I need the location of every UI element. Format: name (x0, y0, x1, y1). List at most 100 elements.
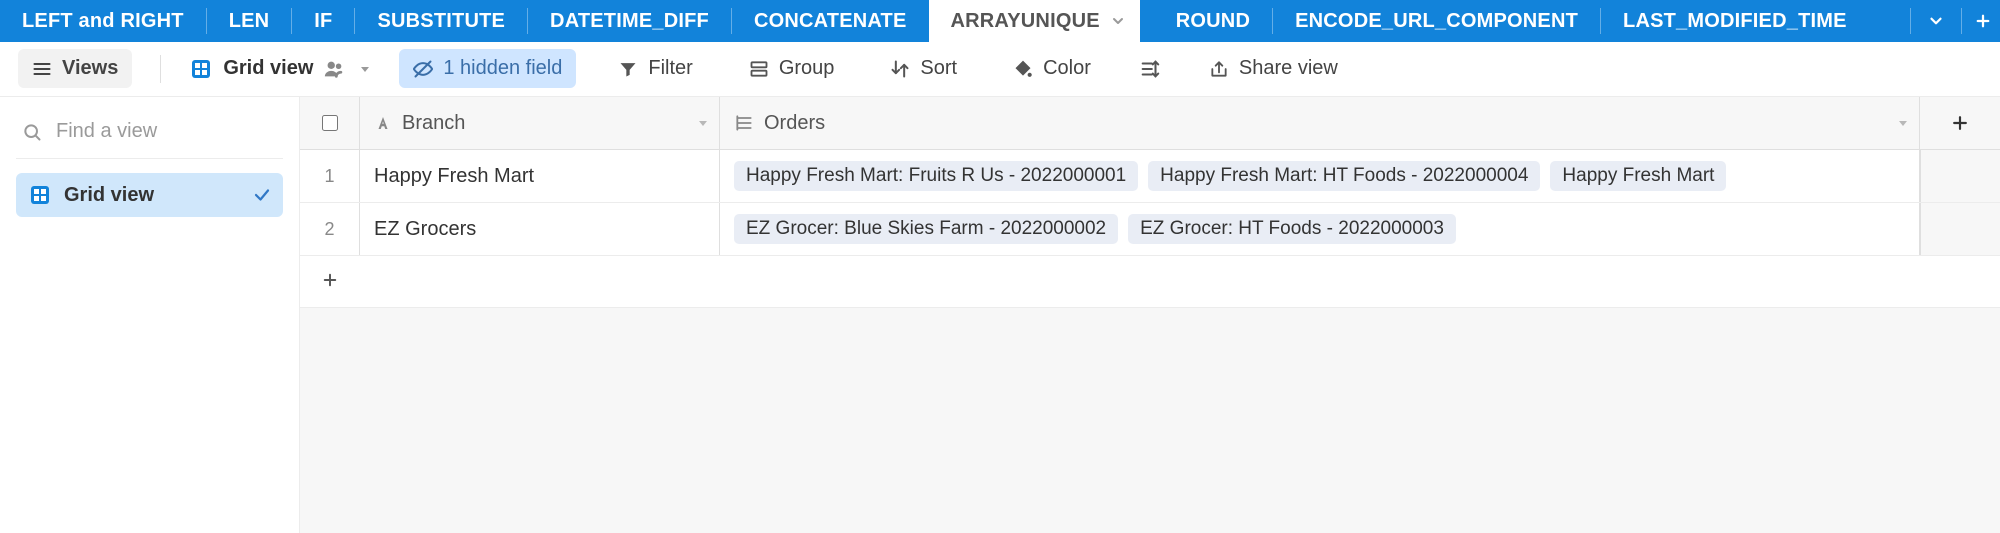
grid-header-row: Branch Orders (300, 97, 2000, 150)
sort-button[interactable]: Sort (876, 49, 971, 88)
row-height-button[interactable] (1133, 50, 1167, 88)
add-column-button[interactable] (1920, 97, 2000, 149)
tab-arrayunique-active[interactable]: ARRAYUNIQUE (929, 0, 1140, 42)
toolbar-divider (160, 55, 161, 83)
row-number[interactable]: 2 (300, 203, 360, 255)
group-icon (749, 59, 769, 79)
tab-last-modified-time[interactable]: LAST_MODIFIED_TIME (1601, 0, 1869, 42)
cell-branch[interactable]: EZ Grocers (360, 203, 720, 255)
chevron-down-icon (1927, 12, 1945, 30)
cell-orders[interactable]: EZ Grocer: Blue Skies Farm - 2022000002 … (720, 203, 1920, 255)
tab-label: IF (314, 10, 332, 33)
sort-icon (890, 59, 910, 79)
add-row[interactable] (300, 256, 2000, 308)
eye-off-icon (413, 59, 433, 79)
table-row[interactable]: 1 Happy Fresh Mart Happy Fresh Mart: Fru… (300, 150, 2000, 203)
search-icon (22, 122, 42, 142)
tab-label: SUBSTITUTE (377, 10, 505, 33)
collaborators-icon[interactable] (323, 58, 345, 80)
select-all-cell[interactable] (300, 97, 360, 149)
filter-label: Filter (648, 57, 692, 80)
main-area: Grid view Branch (0, 96, 2000, 533)
add-row-button[interactable] (300, 268, 360, 296)
order-pill[interactable]: EZ Grocer: Blue Skies Farm - 2022000002 (734, 214, 1118, 244)
column-menu-icon[interactable] (1897, 117, 1909, 129)
plus-icon (1950, 113, 1970, 133)
tab-label: ROUND (1176, 10, 1250, 33)
sort-label: Sort (920, 57, 957, 80)
tab-datetime-diff[interactable]: DATETIME_DIFF (528, 0, 731, 42)
row-gutter (1920, 150, 2000, 202)
filter-button[interactable]: Filter (604, 49, 706, 88)
filter-icon (618, 59, 638, 79)
plus-icon (1974, 12, 1992, 30)
cell-orders[interactable]: Happy Fresh Mart: Fruits R Us - 20220000… (720, 150, 1920, 202)
order-pill[interactable]: Happy Fresh Mart: Fruits R Us - 20220000… (734, 161, 1138, 191)
row-number[interactable]: 1 (300, 150, 360, 202)
view-search-input[interactable] (54, 119, 277, 144)
tab-substitute[interactable]: SUBSTITUTE (355, 0, 527, 42)
share-icon (1209, 59, 1229, 79)
color-button[interactable]: Color (999, 49, 1105, 88)
cell-branch[interactable]: Happy Fresh Mart (360, 150, 720, 202)
order-pill[interactable]: Happy Fresh Mart: HT Foods - 2022000004 (1148, 161, 1540, 191)
column-menu-icon[interactable] (697, 117, 709, 129)
color-label: Color (1043, 57, 1091, 80)
order-pill[interactable]: EZ Grocer: HT Foods - 2022000003 (1128, 214, 1456, 244)
grid-icon (189, 57, 213, 81)
tab-label: LEFT and RIGHT (22, 10, 184, 33)
row-number-label: 2 (324, 219, 334, 240)
column-header-label: Orders (764, 112, 825, 135)
current-view-chip[interactable]: Grid view (189, 57, 371, 81)
caret-down-icon[interactable] (359, 63, 371, 75)
hidden-fields-button[interactable]: 1 hidden field (399, 49, 576, 88)
grid-empty-area (300, 308, 2000, 533)
tab-label: CONCATENATE (754, 10, 907, 33)
hidden-fields-label: 1 hidden field (443, 57, 562, 80)
tab-len[interactable]: LEN (207, 0, 292, 42)
plus-icon (321, 271, 339, 289)
view-toolbar: Views Grid view 1 hidden field Filter Gr… (0, 42, 2000, 96)
group-label: Group (779, 57, 835, 80)
group-button[interactable]: Group (735, 49, 849, 88)
table-tab-strip: LEFT and RIGHT LEN IF SUBSTITUTE DATETIM… (0, 0, 2000, 42)
tab-label: LEN (229, 10, 270, 33)
share-label: Share view (1239, 57, 1338, 80)
select-all-checkbox[interactable] (322, 115, 338, 131)
lookup-field-icon (734, 113, 754, 133)
view-search (16, 111, 283, 159)
tab-label: ARRAYUNIQUE (951, 10, 1100, 33)
tab-encode-url-component[interactable]: ENCODE_URL_COMPONENT (1273, 0, 1600, 42)
orders-pill-list: Happy Fresh Mart: Fruits R Us - 20220000… (734, 161, 1905, 191)
table-row[interactable]: 2 EZ Grocers EZ Grocer: Blue Skies Farm … (300, 203, 2000, 256)
column-header-label: Branch (402, 112, 465, 135)
order-pill[interactable]: Happy Fresh Mart (1550, 161, 1726, 191)
column-header-orders[interactable]: Orders (720, 97, 1920, 149)
row-height-icon (1139, 58, 1161, 80)
row-number-label: 1 (324, 166, 334, 187)
tab-label: LAST_MODIFIED_TIME (1623, 10, 1847, 33)
column-header-branch[interactable]: Branch (360, 97, 720, 149)
tab-left-and-right[interactable]: LEFT and RIGHT (0, 0, 206, 42)
sidebar-view-grid[interactable]: Grid view (16, 173, 283, 217)
grid-icon (28, 183, 52, 207)
tab-round[interactable]: ROUND (1154, 0, 1272, 42)
data-grid: Branch Orders 1 (300, 97, 2000, 533)
tab-label: ENCODE_URL_COMPONENT (1295, 10, 1578, 33)
paint-bucket-icon (1013, 59, 1033, 79)
tab-concatenate[interactable]: CONCATENATE (732, 0, 929, 42)
text-field-icon (374, 114, 392, 132)
row-gutter (1920, 203, 2000, 255)
menu-icon (32, 59, 52, 79)
views-sidebar: Grid view (0, 97, 300, 533)
tab-label: DATETIME_DIFF (550, 10, 709, 33)
views-button[interactable]: Views (18, 49, 132, 88)
current-view-label: Grid view (223, 57, 313, 80)
sidebar-view-label: Grid view (64, 184, 154, 207)
add-table-button[interactable] (1962, 0, 2000, 42)
orders-pill-list: EZ Grocer: Blue Skies Farm - 2022000002 … (734, 214, 1905, 244)
tab-if[interactable]: IF (292, 0, 354, 42)
share-view-button[interactable]: Share view (1195, 49, 1352, 88)
chevron-down-icon[interactable] (1110, 13, 1126, 29)
more-tabs-button[interactable] (1911, 0, 1961, 42)
